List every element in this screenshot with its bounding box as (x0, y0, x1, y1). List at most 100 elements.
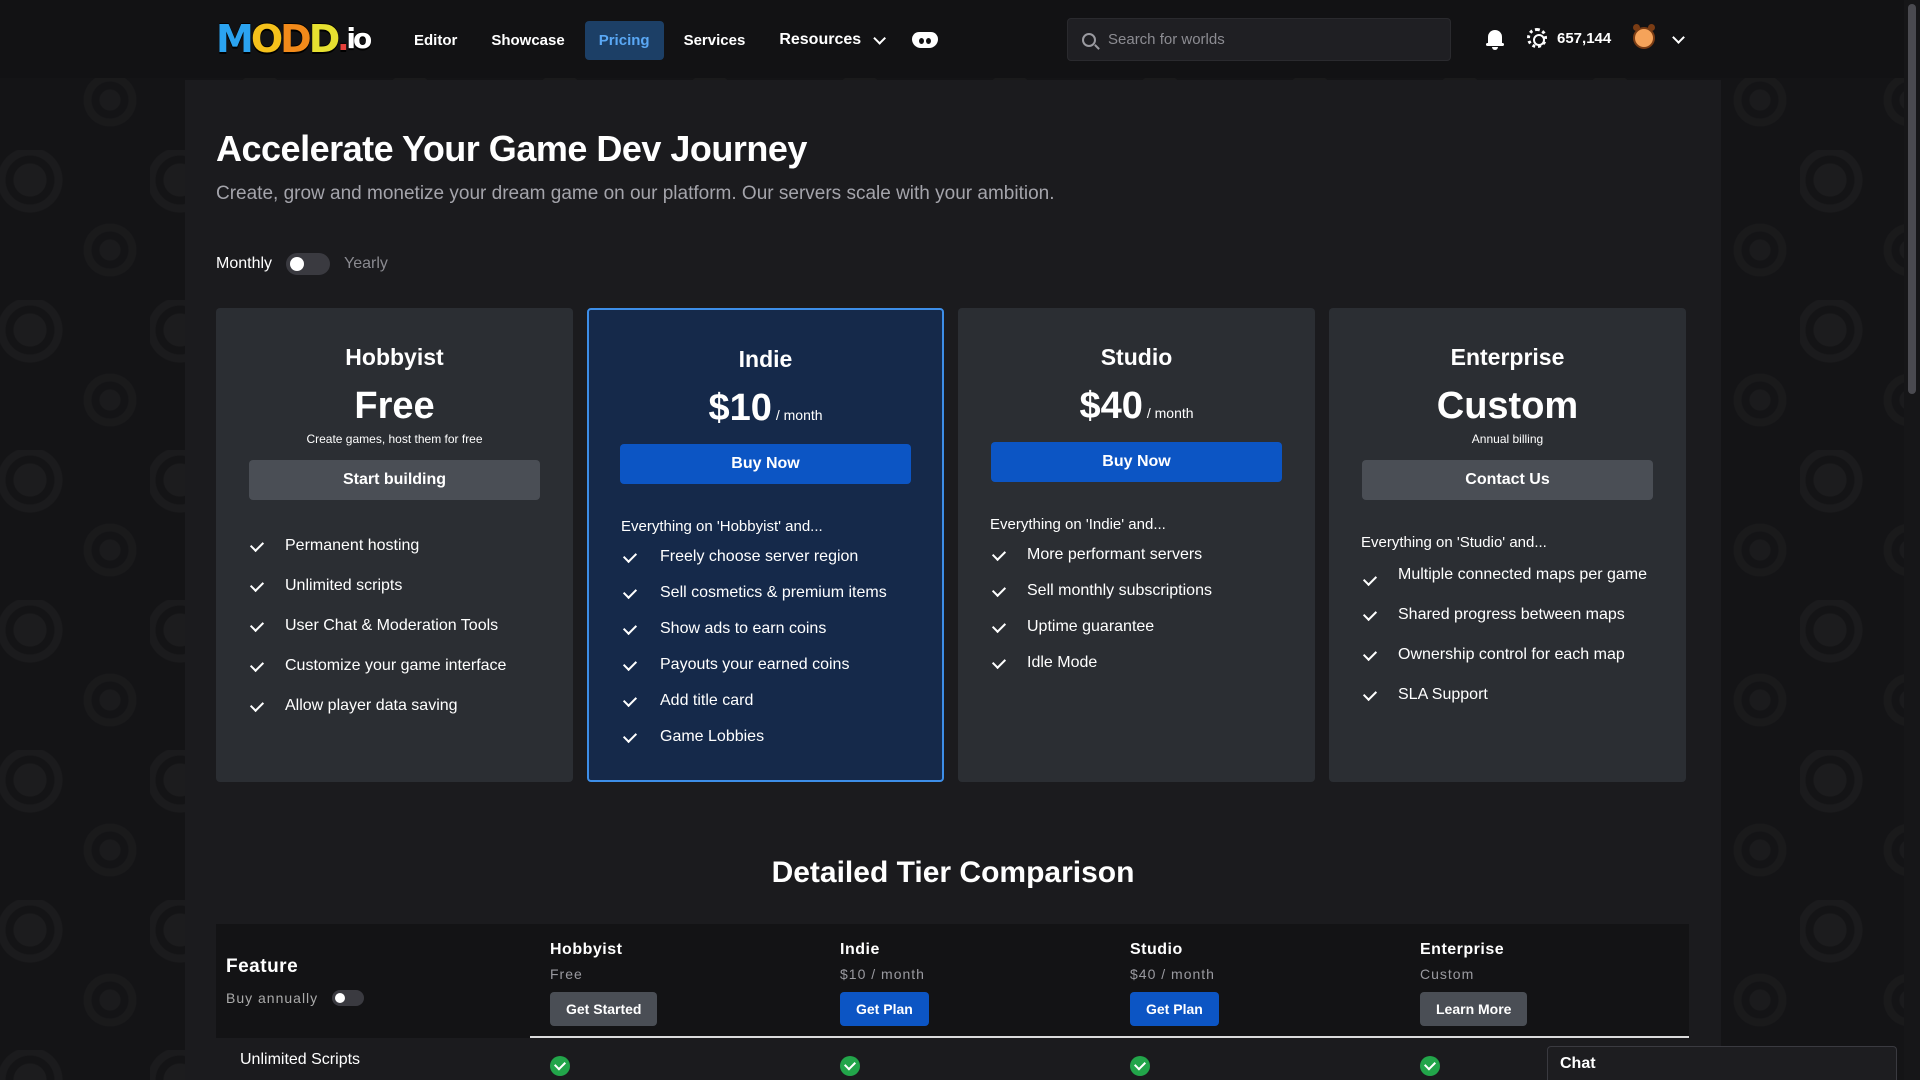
feature-text: Unlimited scripts (285, 577, 403, 594)
check-icon (622, 548, 638, 564)
feature-text: Sell monthly subscriptions (1027, 582, 1212, 599)
check-icon (622, 620, 638, 636)
feature-item: Customize your game interface (248, 654, 573, 678)
feature-item: Permanent hosting (248, 534, 573, 558)
nav-resources[interactable]: Resources (765, 20, 896, 60)
feature-text: Customize your game interface (285, 657, 507, 674)
coin-gear-icon (1527, 28, 1547, 48)
check-circle-icon (1420, 1056, 1440, 1076)
modd-logo[interactable]: M O D D. io (216, 18, 376, 60)
feature-text: Show ads to earn coins (660, 620, 827, 637)
feature-item: Sell cosmetics & premium items (621, 581, 942, 605)
chat-widget[interactable]: Chat (1547, 1046, 1897, 1080)
feature-item: Uptime guarantee (990, 615, 1315, 639)
column-indie: Indie $10 / month Get Plan (840, 941, 929, 1026)
plan-cards: Hobbyist Free Create games, host them fo… (216, 308, 1686, 782)
check-icon (991, 618, 1007, 634)
price-amount: $40 (1079, 385, 1143, 427)
comparison-header: Feature Buy annually Hobbyist Free Get S… (216, 924, 1689, 1038)
learn-more-button[interactable]: Learn More (1420, 992, 1528, 1026)
get-plan-indie-button[interactable]: Get Plan (840, 992, 929, 1026)
check-icon (249, 537, 265, 553)
check-icon (1362, 646, 1378, 662)
column-price: $40 / month (1130, 966, 1215, 982)
feature-column-label: Feature (226, 956, 299, 977)
price-amount: $10 (708, 387, 772, 429)
nav-showcase[interactable]: Showcase (477, 21, 578, 60)
search-icon (1082, 32, 1096, 47)
coin-count: 657,144 (1557, 29, 1612, 47)
feature-item: SLA Support (1361, 683, 1651, 707)
feature-text: Ownership control for each map (1398, 646, 1625, 663)
feature-text: SLA Support (1398, 686, 1488, 703)
check-icon (991, 654, 1007, 670)
plan-intro: Everything on 'Studio' and... (1361, 534, 1547, 551)
start-building-button[interactable]: Start building (249, 460, 540, 500)
nav-editor[interactable]: Editor (400, 21, 471, 60)
column-price: Free (550, 966, 583, 982)
plan-price: $10/ month (589, 387, 942, 430)
billing-period-toggle[interactable] (286, 253, 331, 275)
get-started-button[interactable]: Get Started (550, 992, 658, 1026)
check-circle-icon (840, 1056, 860, 1076)
feature-item: Add title card (621, 689, 942, 713)
check-icon (622, 656, 638, 672)
price-period: / month (1146, 405, 1194, 421)
buy-annually-toggle[interactable] (332, 990, 365, 1006)
chevron-down-icon[interactable] (1672, 31, 1685, 44)
feature-text: Allow player data saving (285, 697, 458, 714)
check-icon (249, 577, 265, 593)
chevron-down-icon (873, 31, 887, 45)
feature-text: Permanent hosting (285, 537, 420, 554)
feature-item: Idle Mode (990, 651, 1315, 675)
check-icon (249, 697, 265, 713)
row-label: Unlimited Scripts (240, 1051, 361, 1068)
check-icon (249, 617, 265, 633)
search-box[interactable] (1067, 18, 1451, 61)
buy-annually-group: Buy annually (226, 990, 365, 1006)
plan-name: Enterprise (1450, 344, 1565, 370)
check-circle-icon (1130, 1056, 1150, 1076)
get-plan-studio-button[interactable]: Get Plan (1130, 992, 1219, 1026)
feature-list: More performant servers Sell monthly sub… (990, 543, 1315, 675)
column-name: Enterprise (1420, 941, 1505, 958)
column-name: Studio (1130, 941, 1183, 958)
contact-us-button[interactable]: Contact Us (1362, 460, 1653, 500)
scrollbar-thumb[interactable] (1908, 4, 1916, 394)
feature-text: Payouts your earned coins (660, 656, 850, 673)
column-hobbyist: Hobbyist Free Get Started (550, 941, 658, 1026)
discord-icon[interactable] (912, 30, 939, 50)
nav-pricing[interactable]: Pricing (584, 20, 664, 60)
feature-item: Freely choose server region (621, 545, 942, 569)
nav-services[interactable]: Services (670, 21, 760, 60)
buy-now-indie-button[interactable]: Buy Now (620, 444, 911, 484)
feature-text: Freely choose server region (660, 548, 859, 565)
top-nav: M O D D. io Editor Showcase Pricing Services… (0, 0, 1904, 78)
feature-text: Uptime guarantee (1027, 618, 1155, 635)
check-icon (991, 582, 1007, 598)
plan-note: Create games, host them for free (306, 432, 483, 446)
feature-text: Add title card (660, 692, 754, 709)
coin-balance[interactable]: 657,144 (1527, 28, 1611, 48)
buy-now-studio-button[interactable]: Buy Now (991, 442, 1282, 482)
feature-list: Permanent hosting Unlimited scripts User… (248, 534, 573, 718)
check-circle-icon (550, 1056, 570, 1076)
search-input[interactable] (1108, 31, 1428, 48)
feature-item: Shared progress between maps (1361, 603, 1651, 627)
feature-text: Idle Mode (1027, 654, 1098, 671)
check-icon (1362, 606, 1378, 622)
notification-bell-icon[interactable] (1486, 30, 1504, 50)
feature-text: Multiple connected maps per game (1398, 566, 1648, 583)
column-enterprise: Enterprise Custom Learn More (1420, 941, 1528, 1026)
feature-item: Sell monthly subscriptions (990, 579, 1315, 603)
page-scrollbar[interactable] (1904, 0, 1920, 1080)
plan-card-hobbyist: Hobbyist Free Create games, host them fo… (216, 308, 573, 782)
feature-item: Payouts your earned coins (621, 653, 942, 677)
plan-card-studio: Studio $40/ month Buy Now Everything on … (958, 308, 1315, 782)
avatar[interactable] (1633, 24, 1655, 49)
feature-item: User Chat & Moderation Tools (248, 614, 573, 638)
yearly-label: Yearly (344, 255, 388, 272)
pricing-page: Accelerate Your Game Dev Journey Create,… (185, 80, 1721, 1080)
feature-item: Multiple connected maps per game (1361, 563, 1651, 587)
feature-item: More performant servers (990, 543, 1315, 567)
